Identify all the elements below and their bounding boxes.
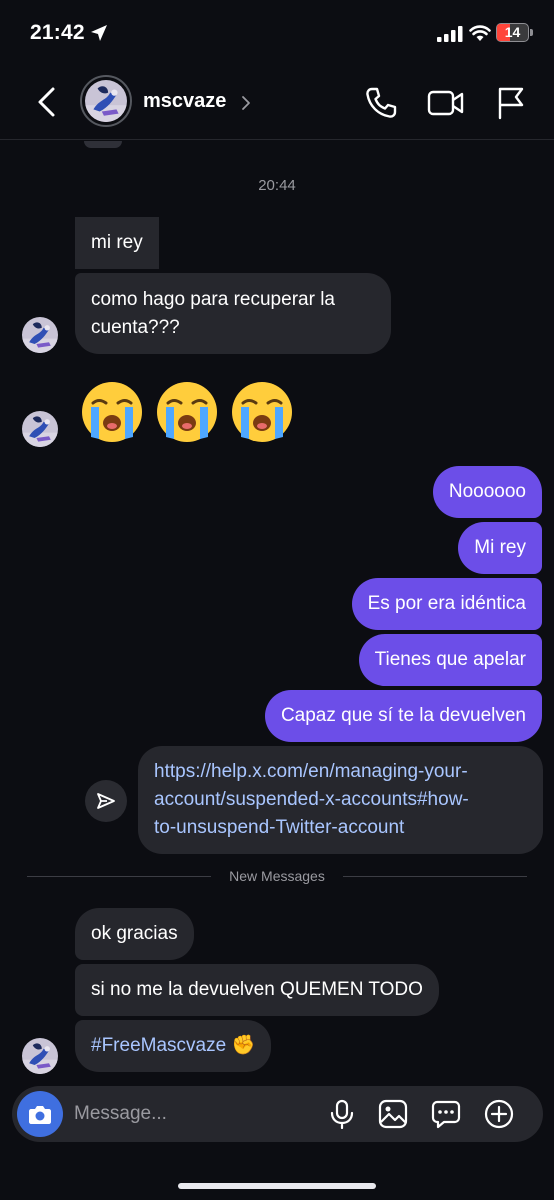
- status-bar: 21:42 14: [0, 0, 554, 64]
- status-time: 21:42: [30, 21, 85, 44]
- back-chevron-icon[interactable]: [34, 86, 60, 118]
- outgoing-message[interactable]: Capaz que sí te la devuelven: [264, 690, 542, 742]
- incoming-message[interactable]: #FreeMascvaze ✊: [75, 1020, 272, 1072]
- camera-button[interactable]: [17, 1091, 63, 1137]
- chat-header: mscvaze: [0, 64, 554, 140]
- outgoing-message[interactable]: Noooooo: [432, 466, 542, 518]
- signal-bars-icon: [437, 26, 463, 42]
- plus-icon[interactable]: [484, 1099, 514, 1129]
- chevron-right-icon[interactable]: [240, 94, 252, 112]
- battery-percent: 14: [504, 24, 521, 40]
- battery-icon: 14: [496, 23, 529, 42]
- message-composer: [12, 1086, 543, 1142]
- avatar-image: [22, 317, 58, 353]
- header-username[interactable]: mscvaze: [143, 90, 226, 113]
- microphone-icon[interactable]: [327, 1099, 357, 1129]
- phone-icon[interactable]: [364, 86, 398, 120]
- home-indicator: [178, 1183, 376, 1189]
- avatar-image: [22, 1038, 58, 1074]
- share-link-button[interactable]: [85, 780, 127, 822]
- link-line: account/suspended-x-accounts#how-: [154, 789, 469, 810]
- header-avatar[interactable]: [80, 75, 132, 127]
- outgoing-message[interactable]: Es por era idéntica: [351, 578, 542, 630]
- shared-link-message[interactable]: https://help.x.com/en/managing-your- acc…: [138, 746, 543, 854]
- loudly-crying-emoji-icon[interactable]: [154, 379, 220, 445]
- outgoing-message[interactable]: Mi rey: [458, 522, 542, 574]
- wifi-icon: [469, 25, 491, 41]
- location-arrow-icon: [91, 25, 107, 41]
- incoming-message[interactable]: si no me la devuelven QUEMEN TODO: [75, 964, 439, 1016]
- video-camera-icon[interactable]: [427, 88, 465, 118]
- previous-avatar-peek: [84, 141, 122, 148]
- gallery-icon[interactable]: [378, 1099, 408, 1129]
- incoming-message[interactable]: ok gracias: [75, 908, 194, 960]
- battery-tip: [530, 29, 533, 36]
- sender-avatar[interactable]: [22, 411, 58, 447]
- sticker-chat-icon[interactable]: [431, 1099, 461, 1129]
- loudly-crying-emoji-icon[interactable]: [79, 379, 145, 445]
- flag-icon[interactable]: [496, 86, 526, 120]
- link-line: to-unsuspend-Twitter-account: [154, 817, 405, 838]
- loudly-crying-emoji-icon[interactable]: [229, 379, 295, 445]
- link-line: https://help.x.com/en/managing-your-: [154, 761, 468, 782]
- incoming-message[interactable]: como hago para recuperar la cuenta???: [75, 273, 391, 354]
- sender-avatar[interactable]: [22, 317, 58, 353]
- incoming-message[interactable]: mi rey: [75, 217, 159, 269]
- new-messages-divider: New Messages: [229, 868, 325, 884]
- message-input[interactable]: [74, 1100, 314, 1128]
- send-arrow-icon: [97, 793, 115, 809]
- camera-icon: [29, 1106, 51, 1124]
- sender-avatar[interactable]: [22, 1038, 58, 1074]
- outgoing-message[interactable]: Tienes que apelar: [358, 634, 542, 686]
- message-timestamp: 20:44: [258, 177, 296, 194]
- avatar-image: [22, 411, 58, 447]
- avatar-image: [85, 80, 127, 122]
